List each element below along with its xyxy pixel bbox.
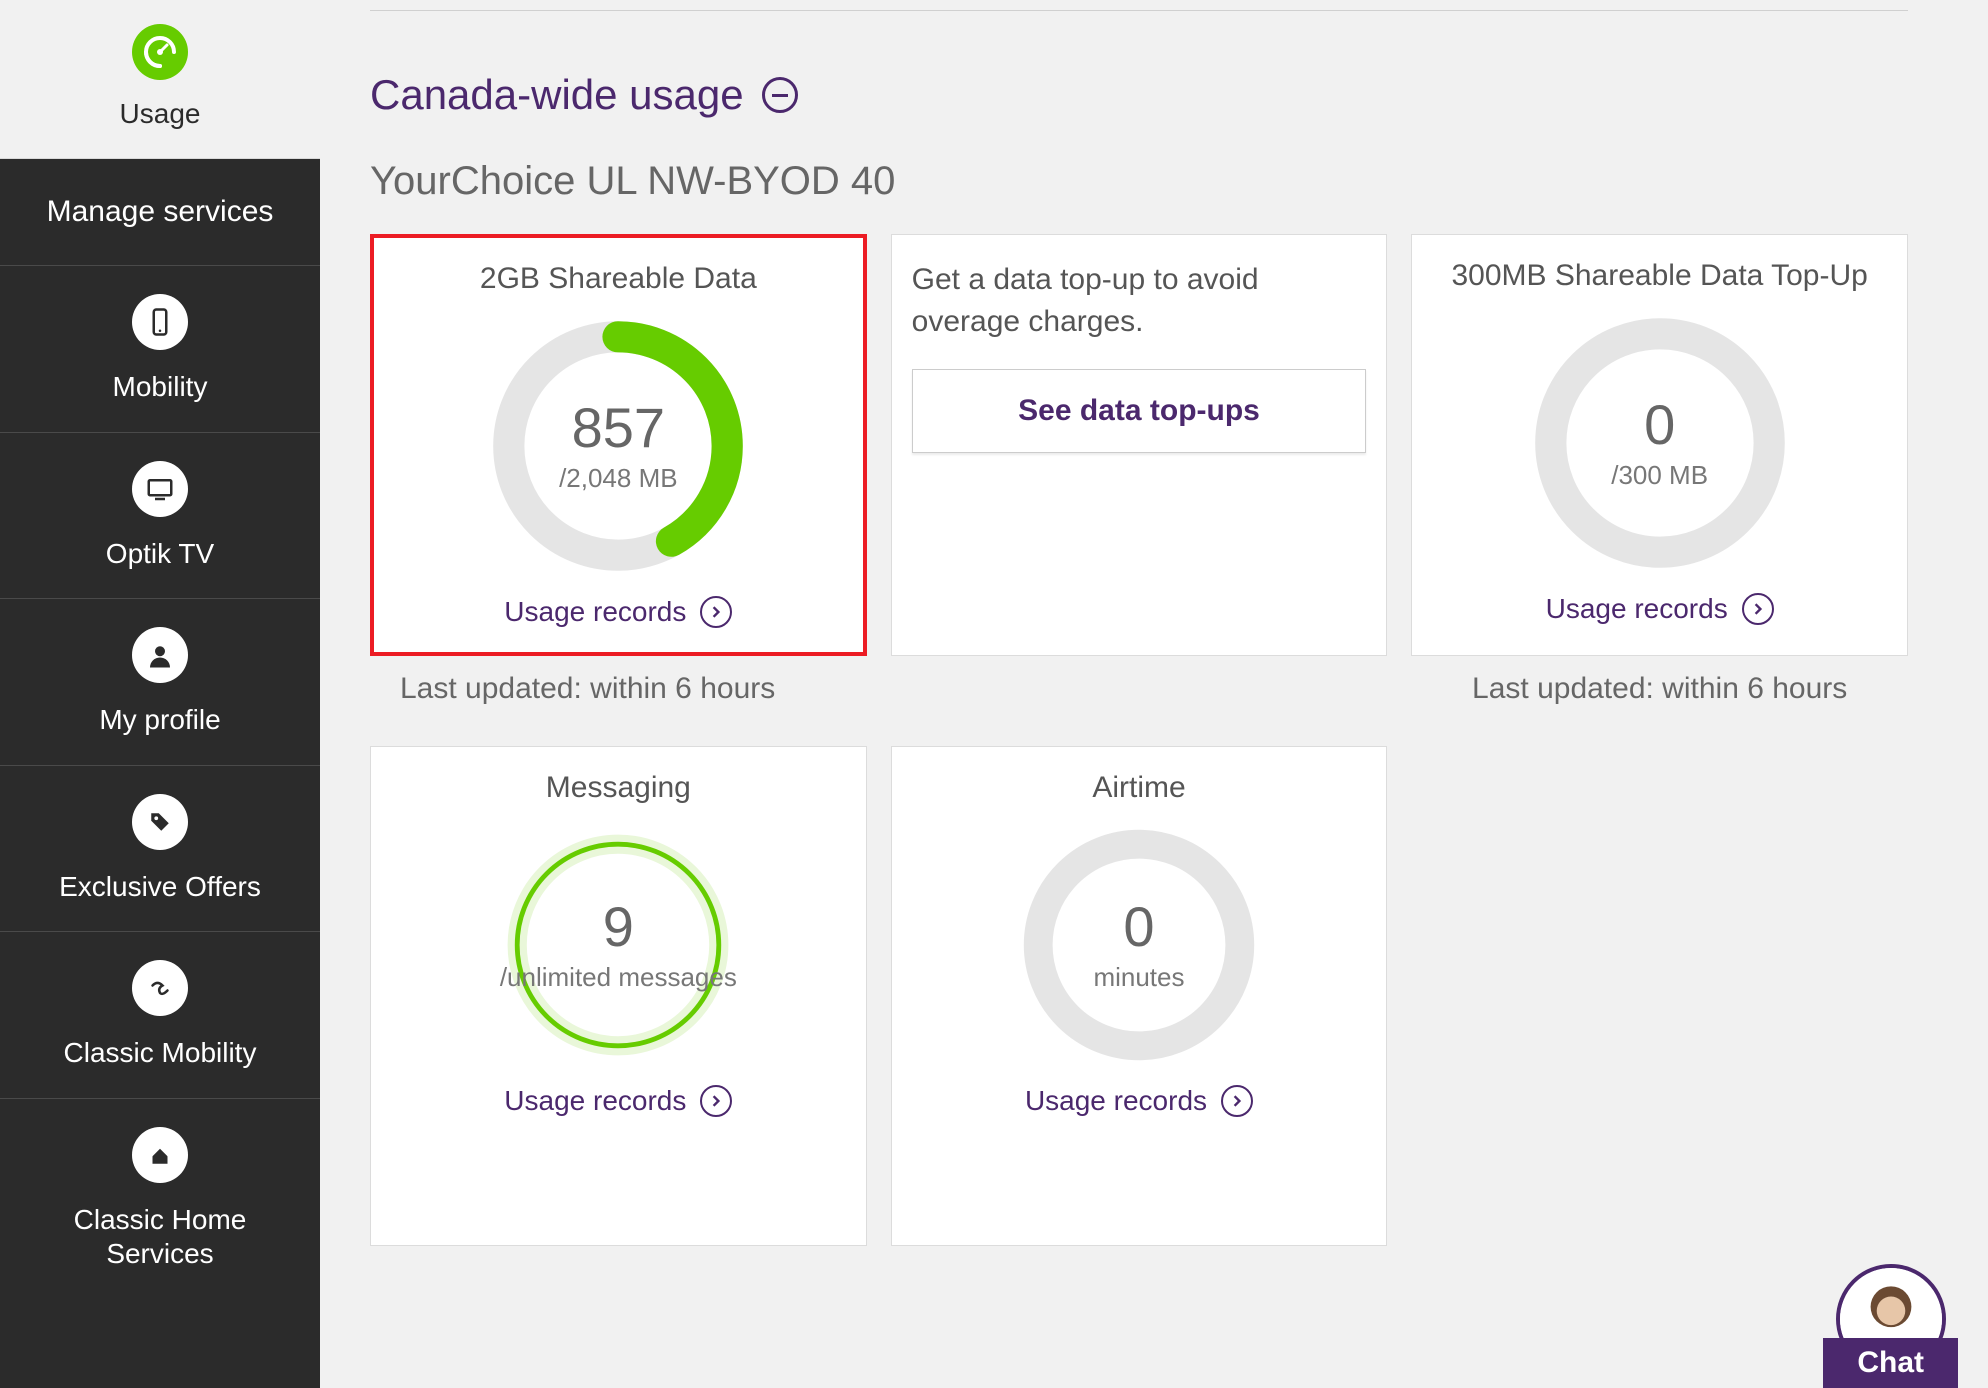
section-title-row: Canada-wide usage xyxy=(370,71,1908,119)
chevron-right-icon xyxy=(700,596,732,628)
see-data-topups-button[interactable]: See data top-ups xyxy=(912,369,1367,453)
card-data-topup-promo: Get a data top-up to avoid overage charg… xyxy=(891,234,1388,656)
donut-chart-airtime: 0 minutes xyxy=(1019,825,1259,1065)
sidebar-item-label: Exclusive Offers xyxy=(59,870,261,904)
donut-value: 9 xyxy=(603,899,634,955)
donut-value: 857 xyxy=(572,400,665,456)
last-updated-right: Last updated: within 6 hours xyxy=(1411,672,1908,706)
sidebar-item-label: Classic Home Services xyxy=(20,1203,300,1270)
chevron-right-icon xyxy=(700,1085,732,1117)
donut-value: 0 xyxy=(1123,899,1154,955)
cards-row-2: Messaging 9 /unlimited messages Usage re… xyxy=(370,746,1908,1246)
donut-sub: minutes xyxy=(1093,963,1184,992)
card-airtime: Airtime 0 minutes Usage records xyxy=(891,746,1388,1246)
collapse-toggle-icon[interactable] xyxy=(762,77,798,113)
sidebar-item-classic-mobility[interactable]: Classic Mobility xyxy=(0,932,320,1099)
usage-records-link[interactable]: Usage records xyxy=(1546,593,1774,625)
phone-icon xyxy=(132,294,188,350)
updated-row: Last updated: within 6 hours Last update… xyxy=(370,672,1908,706)
gauge-icon xyxy=(132,24,188,80)
sidebar-item-label: Classic Mobility xyxy=(64,1036,257,1070)
sidebar-item-classic-home-services[interactable]: Classic Home Services xyxy=(0,1099,320,1298)
card-title: 300MB Shareable Data Top-Up xyxy=(1451,259,1867,293)
sidebar-item-mobility[interactable]: Mobility xyxy=(0,266,320,433)
usage-records-link[interactable]: Usage records xyxy=(504,1085,732,1117)
sidebar-item-my-profile[interactable]: My profile xyxy=(0,599,320,766)
sidebar-item-optik-tv[interactable]: Optik TV xyxy=(0,433,320,600)
donut-chart-messaging: 9 /unlimited messages xyxy=(498,825,738,1065)
cards-row-1: 2GB Shareable Data 857 /2,048 MB Usage r… xyxy=(370,234,1908,656)
divider xyxy=(370,10,1908,11)
sidebar-item-usage[interactable]: Usage xyxy=(0,0,320,159)
sidebar: Usage Manage services Mobility Optik TV … xyxy=(0,0,320,1388)
donut-total: /2,048 MB xyxy=(559,464,678,493)
card-title: Airtime xyxy=(1092,771,1185,805)
donut-sub: /unlimited messages xyxy=(500,963,737,992)
person-icon xyxy=(132,627,188,683)
plan-title: YourChoice UL NW-BYOD 40 xyxy=(370,159,1908,204)
usage-records-label: Usage records xyxy=(504,596,686,628)
tv-icon xyxy=(132,461,188,517)
topup-text: Get a data top-up to avoid overage charg… xyxy=(912,259,1367,343)
donut-chart-data: 857 /2,048 MB xyxy=(488,316,748,576)
donut-chart-topup: 0 /300 MB xyxy=(1530,313,1790,573)
donut-value: 0 xyxy=(1644,397,1675,453)
sidebar-item-exclusive-offers[interactable]: Exclusive Offers xyxy=(0,766,320,933)
card-messaging: Messaging 9 /unlimited messages Usage re… xyxy=(370,746,867,1246)
card-title: 2GB Shareable Data xyxy=(480,262,757,296)
usage-records-label: Usage records xyxy=(1546,593,1728,625)
card-2gb-shareable-data: 2GB Shareable Data 857 /2,048 MB Usage r… xyxy=(370,234,867,656)
script-t-icon xyxy=(132,960,188,1016)
sidebar-item-label: Mobility xyxy=(113,370,208,404)
main-content: Canada-wide usage YourChoice UL NW-BYOD … xyxy=(320,0,1988,1388)
home-icon xyxy=(132,1127,188,1183)
sidebar-item-label: My profile xyxy=(99,703,220,737)
card-title: Messaging xyxy=(546,771,691,805)
tag-icon xyxy=(132,794,188,850)
usage-records-link[interactable]: Usage records xyxy=(504,596,732,628)
sidebar-usage-label: Usage xyxy=(120,98,201,130)
last-updated-left: Last updated: within 6 hours xyxy=(370,672,867,706)
section-title: Canada-wide usage xyxy=(370,71,744,119)
sidebar-item-label: Optik TV xyxy=(106,537,214,571)
usage-records-label: Usage records xyxy=(1025,1085,1207,1117)
sidebar-manage-title: Manage services xyxy=(0,159,320,266)
usage-records-label: Usage records xyxy=(504,1085,686,1117)
card-300mb-topup: 300MB Shareable Data Top-Up 0 /300 MB Us… xyxy=(1411,234,1908,656)
chevron-right-icon xyxy=(1742,593,1774,625)
donut-total: /300 MB xyxy=(1611,461,1708,490)
chat-widget[interactable]: Chat xyxy=(1823,1264,1958,1388)
usage-records-link[interactable]: Usage records xyxy=(1025,1085,1253,1117)
chevron-right-icon xyxy=(1221,1085,1253,1117)
chat-label: Chat xyxy=(1823,1338,1958,1388)
